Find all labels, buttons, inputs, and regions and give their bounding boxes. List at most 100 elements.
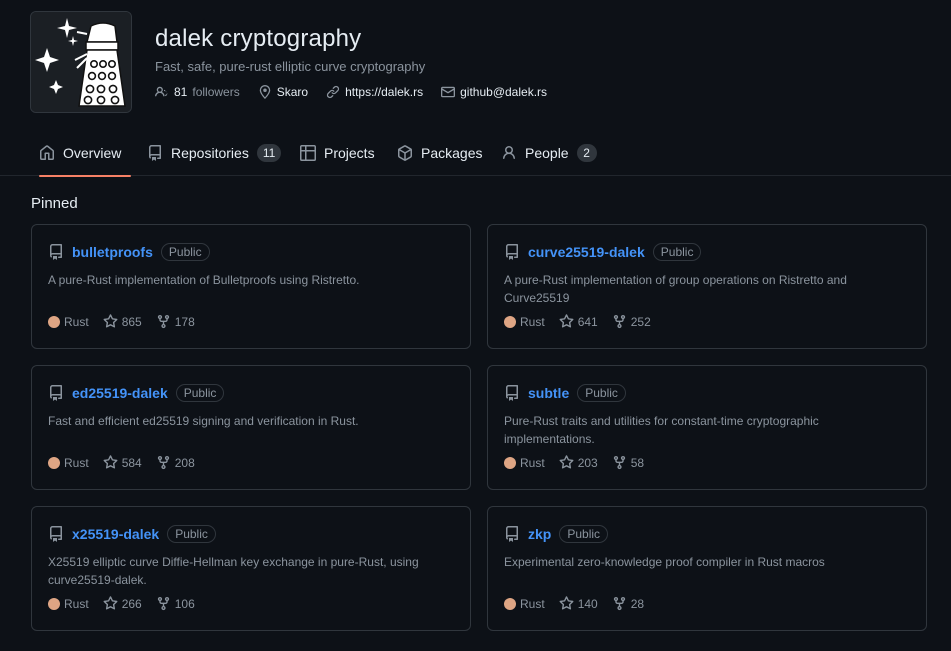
forks-link[interactable]: 58: [612, 455, 644, 470]
link-icon: [326, 85, 340, 99]
stars-count: 865: [121, 314, 142, 329]
org-nav-tabs: Overview Repositories 11 Projects Packag…: [0, 130, 951, 177]
repo-icon: [50, 385, 62, 401]
location-icon: [259, 85, 270, 99]
org-avatar[interactable]: [30, 11, 132, 113]
org-description: Fast, safe, pure-rust elliptic curve cry…: [155, 59, 426, 74]
star-icon: [103, 596, 118, 610]
email-link[interactable]: github@dalek.rs: [441, 85, 547, 99]
repo-description: Fast and efficient ed25519 signing and v…: [48, 414, 359, 428]
star-icon: [103, 314, 118, 328]
followers-count: 81: [174, 85, 188, 99]
repo-stats: Rust 641 252: [504, 314, 651, 329]
pinned-repo-card: zkp Public Experimental zero-knowledge pro…: [487, 506, 927, 631]
forks-count: 106: [174, 596, 195, 611]
repo-stats: Rust 266 106: [48, 596, 195, 611]
visibility-badge: Public: [559, 525, 609, 543]
visibility-badge: Public: [577, 384, 626, 402]
pinned-repo-card: ed25519-dalek Public Fast and efficient ed…: [31, 365, 471, 490]
repo-name-link[interactable]: ed25519-dalek: [72, 385, 168, 401]
tab-label: Packages: [421, 145, 483, 161]
forks-count: 58: [630, 455, 645, 470]
language-color-dot: [48, 597, 60, 610]
repo-language: Rust: [504, 597, 545, 611]
visibility-badge: Public: [160, 243, 210, 261]
stars-count: 140: [577, 596, 598, 611]
repo-icon: [149, 145, 161, 161]
dalek-logo-icon: [31, 12, 131, 112]
repositories-count-badge: 11: [256, 144, 282, 162]
stars-count: 203: [577, 455, 598, 470]
forks-link[interactable]: 252: [612, 314, 651, 329]
star-icon: [559, 314, 574, 328]
visibility-badge: Public: [652, 243, 702, 261]
repo-description: A pure-Rust implementation of Bulletproo…: [48, 273, 360, 287]
language-color-dot: [48, 315, 60, 328]
tab-overview[interactable]: Overview: [39, 130, 131, 177]
pinned-repo-card: bulletproofs Public A pure-Rust implementa…: [31, 224, 471, 349]
tab-packages[interactable]: Packages: [397, 130, 482, 176]
repo-icon: [506, 244, 518, 260]
repo-card-header: subtle Public: [504, 384, 626, 402]
repo-language: Rust: [48, 597, 89, 611]
stars-link[interactable]: 865: [103, 314, 142, 329]
repo-name-link[interactable]: x25519-dalek: [72, 526, 159, 542]
repo-icon: [506, 526, 518, 542]
repo-description: A pure-Rust implementation of group oper…: [504, 273, 847, 305]
stars-link[interactable]: 140: [559, 596, 598, 611]
tab-label: Repositories: [171, 145, 249, 161]
repo-card-header: ed25519-dalek Public: [48, 384, 225, 402]
forks-count: 28: [630, 596, 645, 611]
fork-icon: [157, 455, 169, 470]
repo-language: Rust: [48, 456, 89, 470]
repo-card-header: zkp Public: [504, 525, 609, 543]
repo-stats: Rust 865 178: [48, 314, 195, 329]
forks-link[interactable]: 178: [156, 314, 195, 329]
repo-language: Rust: [504, 456, 545, 470]
visibility-badge: Public: [175, 384, 225, 402]
tab-projects[interactable]: Projects: [300, 130, 375, 176]
person-icon: [503, 146, 515, 160]
tab-repositories[interactable]: Repositories 11: [147, 130, 282, 176]
stars-link[interactable]: 266: [103, 596, 142, 611]
language-name: Rust: [520, 596, 545, 611]
language-name: Rust: [520, 455, 545, 470]
location-text: Skaro: [276, 85, 309, 99]
stars-link[interactable]: 584: [103, 455, 142, 470]
star-icon: [559, 455, 574, 469]
star-icon: [103, 455, 118, 469]
mail-icon: [441, 86, 456, 98]
forks-count: 252: [630, 314, 651, 329]
repo-icon: [50, 244, 62, 260]
repo-stats: Rust 584 208: [48, 455, 195, 470]
stars-count: 584: [121, 455, 142, 470]
repo-description: Experimental zero-knowledge proof compil…: [504, 555, 825, 569]
email-text: github@dalek.rs: [460, 85, 548, 99]
language-color-dot: [504, 315, 516, 328]
language-color-dot: [504, 456, 516, 469]
star-icon: [559, 596, 574, 610]
repo-name-link[interactable]: zkp: [528, 526, 551, 542]
stars-count: 266: [121, 596, 142, 611]
repo-name-link[interactable]: curve25519-dalek: [528, 244, 645, 260]
tab-people[interactable]: People 2: [501, 130, 597, 176]
stars-count: 641: [577, 314, 598, 329]
language-name: Rust: [520, 314, 545, 329]
forks-link[interactable]: 106: [156, 596, 195, 611]
language-color-dot: [504, 597, 516, 610]
pinned-heading: Pinned: [31, 195, 78, 212]
forks-link[interactable]: 28: [612, 596, 644, 611]
repo-stats: Rust 203 58: [504, 455, 644, 470]
forks-link[interactable]: 208: [156, 455, 195, 470]
visibility-badge: Public: [167, 525, 216, 543]
repo-card-header: curve25519-dalek Public: [504, 243, 702, 261]
repo-name-link[interactable]: subtle: [528, 385, 569, 401]
tab-label: Overview: [63, 145, 122, 161]
repo-language: Rust: [48, 315, 89, 329]
followers-link[interactable]: 81 followers: [155, 85, 240, 99]
website-link[interactable]: https://dalek.rs: [326, 85, 423, 99]
repo-card-header: x25519-dalek Public: [48, 525, 216, 543]
stars-link[interactable]: 203: [559, 455, 598, 470]
repo-name-link[interactable]: bulletproofs: [72, 244, 153, 260]
stars-link[interactable]: 641: [559, 314, 598, 329]
